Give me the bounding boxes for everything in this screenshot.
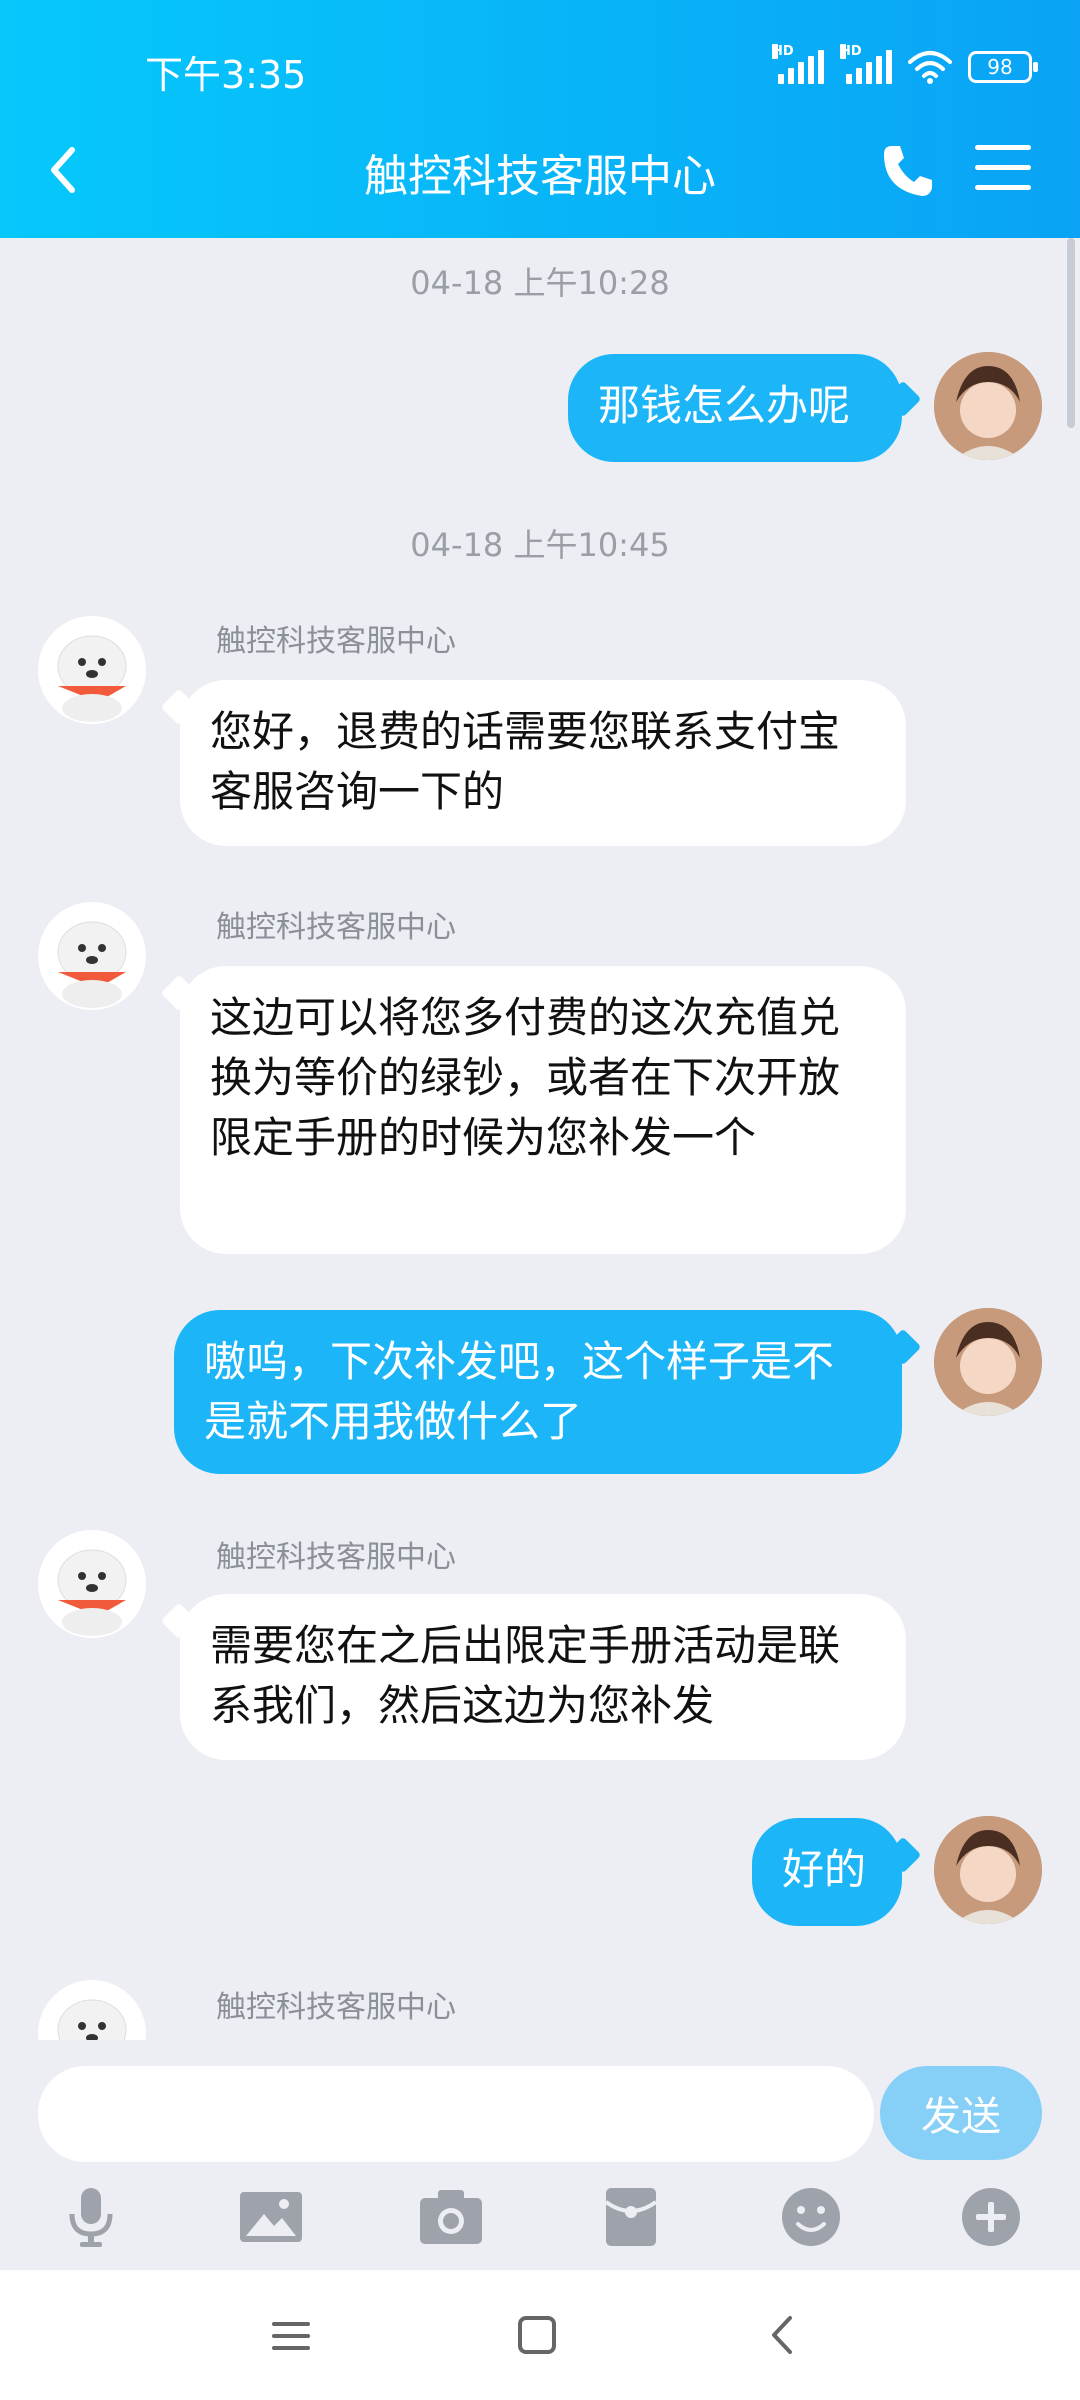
- battery-icon: 98: [968, 51, 1038, 83]
- menu-button[interactable]: [975, 145, 1031, 195]
- incoming-message[interactable]: 您好，退费的话需要您联系支付宝客服咨询一下的: [180, 680, 906, 846]
- menu-icon[interactable]: [270, 2318, 312, 2354]
- back-icon[interactable]: [764, 2314, 800, 2356]
- status-icons: HD HD 98: [772, 44, 1038, 84]
- sender-name: 触控科技客服中心: [216, 910, 456, 945]
- user-avatar[interactable]: [934, 352, 1042, 460]
- message-timestamp: 04-18 上午10:28: [410, 264, 670, 302]
- outgoing-message[interactable]: 那钱怎么办呢: [568, 354, 902, 462]
- emoji-icon[interactable]: [776, 2184, 846, 2250]
- sender-name: 触控科技客服中心: [216, 624, 456, 659]
- phone-call-button[interactable]: [878, 140, 934, 200]
- image-icon[interactable]: [236, 2184, 306, 2250]
- header-bar: 下午3:35 HD HD 98 触控科技客服中心: [0, 0, 1080, 238]
- microphone-icon[interactable]: [56, 2184, 126, 2250]
- service-avatar[interactable]: [38, 902, 146, 1010]
- user-avatar[interactable]: [934, 1308, 1042, 1416]
- message-timestamp: 04-18 上午10:45: [410, 526, 670, 564]
- service-avatar[interactable]: [38, 1530, 146, 1638]
- send-button[interactable]: 发送: [880, 2066, 1042, 2160]
- camera-icon[interactable]: [416, 2184, 486, 2250]
- red-packet-icon[interactable]: [596, 2184, 666, 2250]
- user-avatar[interactable]: [934, 1816, 1042, 1924]
- sender-name: 触控科技客服中心: [216, 1540, 456, 1575]
- service-avatar[interactable]: [38, 1980, 146, 2040]
- service-avatar[interactable]: [38, 616, 146, 724]
- outgoing-message[interactable]: 嗷呜，下次补发吧，这个样子是不是就不用我做什么了: [174, 1310, 902, 1474]
- home-icon[interactable]: [516, 2314, 558, 2356]
- plus-icon[interactable]: [956, 2184, 1026, 2250]
- signal-icon: HD: [772, 44, 824, 84]
- signal-icon: HD: [840, 44, 892, 84]
- sender-name: 触控科技客服中心: [216, 1990, 456, 2025]
- wifi-icon: [908, 51, 952, 84]
- outgoing-message[interactable]: 好的: [752, 1818, 902, 1926]
- system-nav-bar: [0, 2270, 1080, 2400]
- status-time: 下午3:35: [145, 53, 307, 97]
- message-input[interactable]: [38, 2066, 874, 2162]
- incoming-message[interactable]: 这边可以将您多付费的这次充值兑换为等价的绿钞，或者在下次开放限定手册的时候为您补…: [180, 966, 906, 1254]
- incoming-message[interactable]: 需要您在之后出限定手册活动是联系我们，然后这边为您补发: [180, 1594, 906, 1760]
